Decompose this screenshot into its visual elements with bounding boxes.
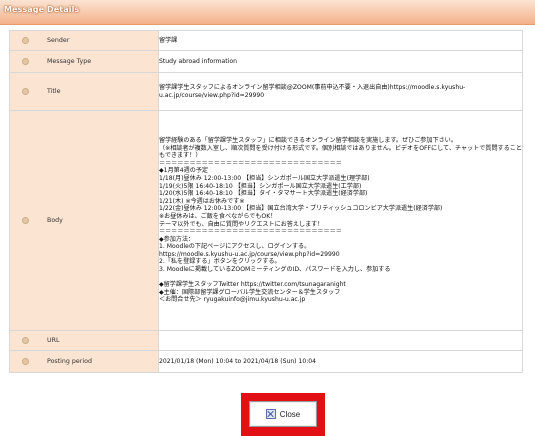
url-value xyxy=(158,330,523,351)
message-type-label-cell: Message Type xyxy=(9,50,159,73)
body-text: 留学経験のある「留学課学生スタッフ」に相談できるオンライン留学相談を実施します。… xyxy=(159,136,522,304)
posting-period-label: Posting period xyxy=(47,358,92,365)
url-label: URL xyxy=(47,337,60,344)
bullet-icon xyxy=(22,37,29,44)
dialog-title: Message Details xyxy=(4,5,80,14)
message-type-row: Message Type Study abroad information xyxy=(9,50,523,73)
close-icon xyxy=(265,409,276,419)
title-row: Title 留学課学生スタッフによるオンライン留学相談@ZOOM(事前申込不要・… xyxy=(9,72,523,111)
body-label-cell: Body xyxy=(9,110,159,331)
message-type-label: Message Type xyxy=(47,58,92,65)
body-value: 留学経験のある「留学課学生スタッフ」に相談できるオンライン留学相談を実施します。… xyxy=(158,110,523,331)
title-label-cell: Title xyxy=(9,72,159,111)
close-button-label: Close xyxy=(279,409,301,419)
posting-period-value: 2021/01/18 (Mon) 10:04 to 2021/04/18 (Su… xyxy=(158,350,523,373)
url-label-cell: URL xyxy=(9,330,159,351)
url-row: URL xyxy=(9,330,523,351)
bullet-icon xyxy=(22,58,29,65)
posting-period-row: Posting period 2021/01/18 (Mon) 10:04 to… xyxy=(9,350,523,373)
close-highlight: Close xyxy=(241,393,325,436)
close-button[interactable]: Close xyxy=(249,401,317,427)
message-type-value: Study abroad information xyxy=(158,50,523,73)
bullet-icon xyxy=(22,337,29,344)
bullet-icon xyxy=(22,217,29,224)
bullet-icon xyxy=(22,358,29,365)
sender-label-cell: Sender xyxy=(9,30,159,51)
title-label: Title xyxy=(47,88,61,95)
body-row: Body 留学経験のある「留学課学生スタッフ」に相談できるオンライン留学相談を実… xyxy=(9,110,523,331)
bullet-icon xyxy=(22,88,29,95)
body-label: Body xyxy=(47,217,63,224)
posting-period-label-cell: Posting period xyxy=(9,350,159,373)
sender-value: 留学課 xyxy=(158,30,523,51)
sender-row: Sender 留学課 xyxy=(9,30,523,51)
title-value: 留学課学生スタッフによるオンライン留学相談@ZOOM(事前申込不要・入退出自由)… xyxy=(158,72,523,111)
sender-label: Sender xyxy=(47,37,70,44)
dialog-header: Message Details xyxy=(0,0,535,25)
message-details-table: Sender 留学課 Message Type Study abroad inf… xyxy=(9,30,523,373)
